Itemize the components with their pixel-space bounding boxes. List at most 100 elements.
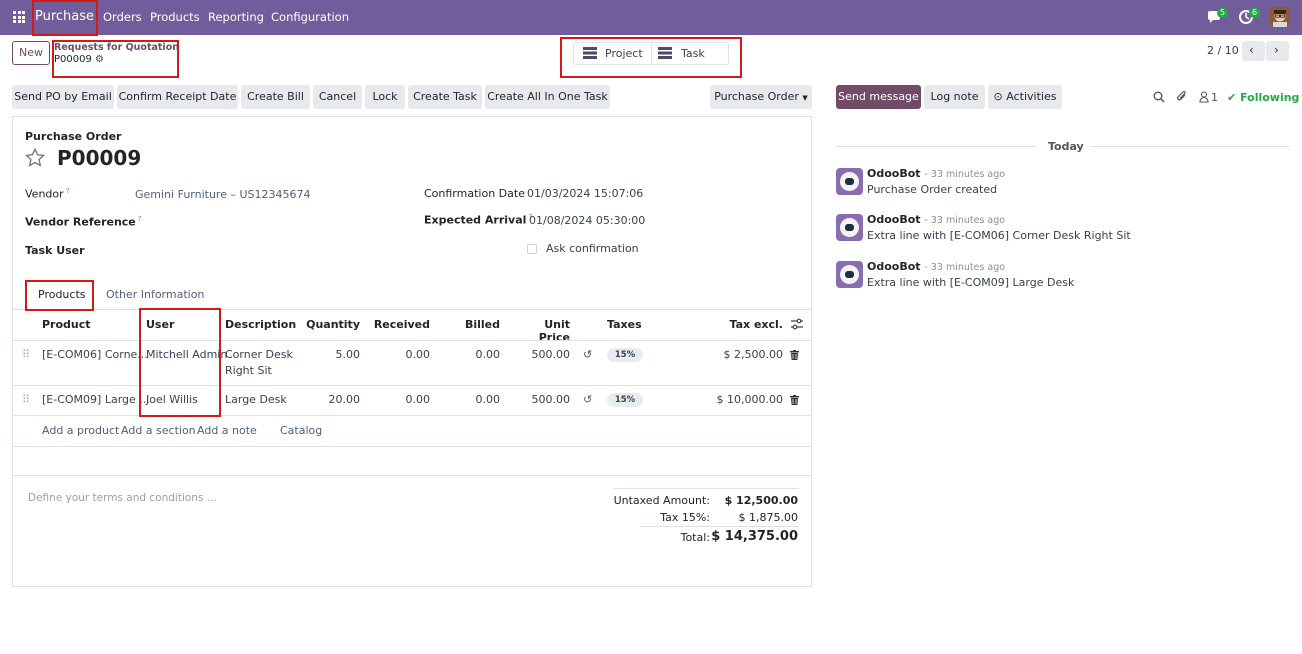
confirmation-date-label: Confirmation Date <box>424 187 525 200</box>
ask-confirmation-checkbox[interactable] <box>527 244 537 254</box>
pager-next-button[interactable]: › <box>1266 41 1289 61</box>
col-product[interactable]: Product <box>42 318 91 331</box>
row1-subtotal: $ 2,500.00 <box>723 348 783 361</box>
highlight-products-tab <box>25 280 94 311</box>
row1-description-line1[interactable]: Corner Desk <box>225 348 293 361</box>
row1-quantity[interactable]: 5.00 <box>300 348 361 361</box>
row2-unit-price[interactable]: 500.00 <box>510 393 571 406</box>
add-note-link[interactable]: Add a note <box>197 424 257 437</box>
create-all-in-one-task-button[interactable]: Create All In One Task <box>485 85 610 109</box>
doc-type-label: Purchase Order <box>25 130 122 143</box>
search-icon[interactable] <box>1153 91 1165 103</box>
odoobot-avatar[interactable] <box>836 261 863 288</box>
menu-products[interactable]: Products <box>150 10 200 24</box>
header-divider <box>12 340 812 341</box>
date-line-left <box>836 146 1036 147</box>
row1-refresh-price-icon[interactable]: ↺ <box>583 348 592 361</box>
col-taxes[interactable]: Taxes <box>607 318 642 331</box>
pager-value[interactable]: 2 / 10 <box>1207 44 1239 57</box>
chat-count-badge: 5 <box>1217 8 1229 18</box>
row2-refresh-price-icon[interactable]: ↺ <box>583 393 592 406</box>
lock-button[interactable]: Lock <box>365 85 405 109</box>
ask-confirmation-label: Ask confirmation <box>546 242 639 255</box>
row-divider <box>12 385 812 386</box>
paperclip-icon[interactable] <box>1176 90 1188 103</box>
create-task-button[interactable]: Create Task <box>408 85 482 109</box>
top-navbar: Purchase Orders Products Reporting Confi… <box>0 0 1302 35</box>
activities-button[interactable]: ⊙ Activities <box>988 85 1062 109</box>
follower-icon[interactable] <box>1199 91 1209 103</box>
status-dropdown[interactable]: Purchase Order ▼ <box>710 85 812 109</box>
row2-tax-badge[interactable]: 15% <box>607 393 643 407</box>
tab-other-information[interactable]: Other Information <box>106 288 204 301</box>
clock-icon: ⊙ <box>993 90 1003 103</box>
date-line-right <box>1090 146 1290 147</box>
row1-unit-price[interactable]: 500.00 <box>510 348 571 361</box>
confirmation-date-field[interactable]: 01/03/2024 15:07:06 <box>527 187 643 200</box>
table-end-divider <box>12 475 812 476</box>
column-settings-icon[interactable] <box>791 318 803 330</box>
log-note-button[interactable]: Log note <box>924 85 985 109</box>
col-tax-excl[interactable]: Tax excl. <box>700 318 783 331</box>
new-button[interactable]: New <box>12 41 50 65</box>
expected-arrival-field[interactable]: 01/08/2024 05:30:00 <box>529 214 645 227</box>
chevron-right-icon: › <box>1274 43 1279 57</box>
row2-quantity[interactable]: 20.00 <box>300 393 361 406</box>
message-author[interactable]: OdooBot - 33 minutes ago <box>867 213 1005 226</box>
row2-subtotal: $ 10,000.00 <box>716 393 783 406</box>
total-divider <box>640 526 799 527</box>
menu-reporting[interactable]: Reporting <box>208 10 264 24</box>
col-billed[interactable]: Billed <box>440 318 500 331</box>
row2-description[interactable]: Large Desk <box>225 393 287 406</box>
row2-billed: 0.00 <box>475 393 501 406</box>
drag-handle-icon[interactable]: ⠿ <box>22 393 30 406</box>
vendor-label: Vendor ? <box>25 187 70 201</box>
menu-configuration[interactable]: Configuration <box>271 10 349 24</box>
row1-description-line2[interactable]: Right Sit <box>225 364 272 377</box>
row2-trash-icon[interactable] <box>790 395 799 405</box>
row1-trash-icon[interactable] <box>790 350 799 360</box>
vendor-reference-label: Vendor Reference ? <box>25 215 142 229</box>
total-value: $ 14,375.00 <box>711 529 798 544</box>
send-message-button[interactable]: Send message <box>836 85 921 109</box>
odoobot-avatar[interactable] <box>836 214 863 241</box>
row1-product[interactable]: [E-COM06] Corne... <box>42 348 148 361</box>
row1-tax-badge[interactable]: 15% <box>607 348 643 362</box>
caret-down-icon: ▼ <box>802 94 808 102</box>
catalog-link[interactable]: Catalog <box>280 424 322 437</box>
col-received[interactable]: Received <box>370 318 430 331</box>
expected-arrival-label: Expected Arrival ? <box>424 213 533 227</box>
vendor-field[interactable]: Gemini Furniture – US12345674 <box>135 188 311 201</box>
confirm-receipt-date-button[interactable]: Confirm Receipt Date <box>117 85 238 109</box>
row2-product[interactable]: [E-COM09] Large ... <box>42 393 150 406</box>
message-body: Extra line with [E-COM06] Corner Desk Ri… <box>867 229 1131 242</box>
chevron-left-icon: ‹ <box>1249 43 1254 57</box>
check-icon: ✔ <box>1227 91 1237 104</box>
drag-handle-icon[interactable]: ⠿ <box>22 348 30 361</box>
record-name: P00009 <box>57 146 142 170</box>
add-product-link[interactable]: Add a product <box>42 424 119 437</box>
untaxed-label: Untaxed Amount: <box>613 494 710 507</box>
untaxed-value: $ 12,500.00 <box>724 494 798 507</box>
apps-grid-icon[interactable] <box>13 11 25 23</box>
menu-orders[interactable]: Orders <box>103 10 142 24</box>
user-avatar[interactable] <box>1270 7 1290 27</box>
row1-received: 0.00 <box>405 348 431 361</box>
cancel-button[interactable]: Cancel <box>313 85 362 109</box>
terms-input[interactable]: Define your terms and conditions ... <box>28 492 217 504</box>
col-description[interactable]: Description <box>225 318 296 331</box>
highlight-breadcrumb <box>52 40 179 78</box>
pager-prev-button[interactable]: ‹ <box>1242 41 1265 61</box>
followers-count[interactable]: 1 <box>1211 91 1218 104</box>
message-author[interactable]: OdooBot - 33 minutes ago <box>867 167 1005 180</box>
date-separator: Today <box>1048 140 1084 153</box>
star-icon[interactable] <box>25 148 45 167</box>
col-quantity[interactable]: Quantity <box>300 318 360 331</box>
send-po-email-button[interactable]: Send PO by Email <box>12 85 114 109</box>
add-section-link[interactable]: Add a section <box>121 424 196 437</box>
message-author[interactable]: OdooBot - 33 minutes ago <box>867 260 1005 273</box>
row-divider <box>12 415 812 416</box>
odoobot-avatar[interactable] <box>836 168 863 195</box>
create-bill-button[interactable]: Create Bill <box>241 85 310 109</box>
following-button[interactable]: ✔ Following <box>1227 91 1299 104</box>
